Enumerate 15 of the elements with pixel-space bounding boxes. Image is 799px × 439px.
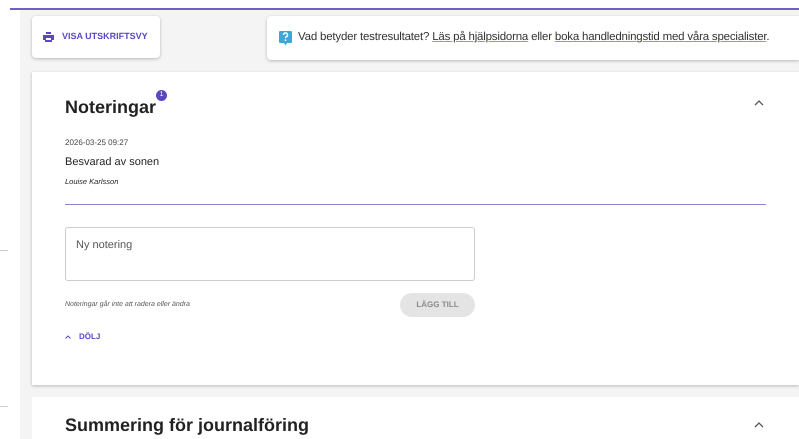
- summary-title: Summering för journalföring: [65, 414, 310, 437]
- chevron-up-icon: [65, 334, 71, 339]
- help-link[interactable]: Läs på hjälpsidorna: [432, 31, 528, 44]
- printer-icon: [43, 32, 54, 42]
- chevron-up-icon[interactable]: [754, 422, 764, 428]
- note-timestamp: 2026-03-25 09:27: [65, 137, 128, 149]
- hide-link[interactable]: DÖLJ: [65, 330, 100, 343]
- chevron-up-icon[interactable]: [754, 100, 764, 106]
- question-icon: [279, 30, 292, 46]
- notes-title: Noteringar: [65, 96, 156, 119]
- help-text: Vad betyder testresultatet? Läs på hjälpsidorna eller boka handledningstid med våra specialister.: [298, 30, 770, 46]
- help-link[interactable]: boka handledningstid med våra specialister: [554, 31, 766, 44]
- new-note-field[interactable]: Ny notering: [65, 226, 475, 281]
- print-button[interactable]: VISA UTSKRIFTSVY: [32, 16, 160, 58]
- note-text: Besvarad av sonen: [65, 155, 160, 170]
